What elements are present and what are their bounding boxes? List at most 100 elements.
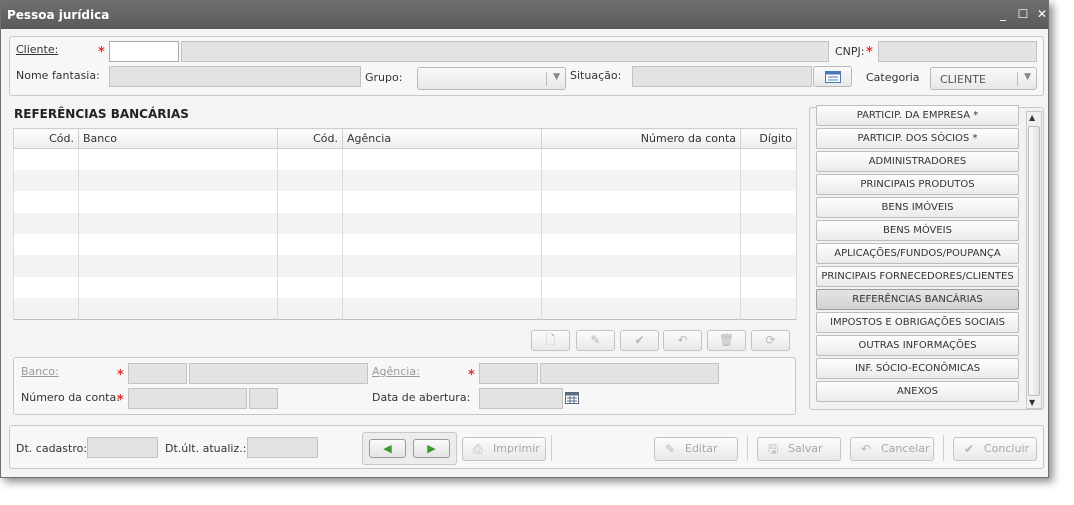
refresh-record-button[interactable]: ⟳ <box>751 330 790 351</box>
agencia-name-field <box>540 363 719 384</box>
pencil-icon: ✎ <box>590 333 601 347</box>
trash-icon: 🗑 <box>718 333 735 347</box>
col-header-cod-banco[interactable]: Cód. <box>13 128 79 149</box>
window-title: Pessoa jurídica <box>7 8 110 22</box>
table-row[interactable] <box>13 212 797 234</box>
check-icon: ✔ <box>634 333 645 347</box>
table-row[interactable] <box>13 255 797 277</box>
situacao-lookup-button[interactable] <box>813 66 852 87</box>
col-header-banco[interactable]: Banco <box>78 128 278 149</box>
section-title: REFERÊNCIAS BANCÁRIAS <box>14 107 189 121</box>
side-menu-item[interactable]: REFERÊNCIAS BANCÁRIAS <box>816 289 1019 310</box>
refresh-icon: ⟳ <box>765 333 776 347</box>
previous-record-button[interactable]: ◀ <box>369 439 406 458</box>
cliente-required: * <box>98 45 105 60</box>
concluir-label: Concluir <box>984 442 1030 455</box>
calendar-icon <box>825 71 841 83</box>
numero-conta-field <box>128 388 247 409</box>
table-row[interactable] <box>13 276 797 299</box>
cnpj-label: CNPJ: <box>835 45 865 58</box>
edit-record-button[interactable]: ✎ <box>576 330 615 351</box>
side-menu-item[interactable]: ADMINISTRADORES <box>816 151 1019 172</box>
chevron-down-icon: ▼ <box>553 72 560 82</box>
table-row[interactable] <box>13 191 797 213</box>
side-menu-item[interactable]: INF. SÓCIO-ECONÔMICAS <box>816 358 1019 379</box>
grupo-select[interactable]: ▼ <box>417 67 566 90</box>
cancelar-label: Cancelar <box>881 442 930 455</box>
undo-icon: ↶ <box>861 442 872 456</box>
side-menu-scrollbar[interactable]: ▲ ▼ <box>1026 111 1042 409</box>
cliente-name-field <box>181 41 829 62</box>
col-header-digito[interactable]: Dígito <box>740 128 797 149</box>
new-document-icon: 🗋 <box>545 333 556 347</box>
table-row[interactable] <box>13 169 797 192</box>
minimize-button[interactable]: _ <box>996 7 1010 21</box>
scroll-thumb[interactable] <box>1028 126 1040 396</box>
scroll-up-icon[interactable]: ▲ <box>1029 113 1035 122</box>
divider <box>747 435 748 461</box>
banco-required: * <box>117 368 124 383</box>
arrow-left-icon: ◀ <box>383 442 392 455</box>
confirm-record-button[interactable]: ✔ <box>620 330 659 351</box>
nome-fantasia-field <box>109 66 361 87</box>
numero-conta-required: * <box>117 393 124 408</box>
undo-record-button[interactable]: ↶ <box>663 330 702 351</box>
situacao-label: Situação: <box>570 69 622 82</box>
agencia-label: Agência: <box>372 365 420 378</box>
new-record-button[interactable]: 🗋 <box>531 330 570 351</box>
side-menu-item[interactable]: PRINCIPAIS FORNECEDORES/CLIENTES <box>816 266 1019 287</box>
bank-references-table: Cód. Banco Cód. Agência Número da conta … <box>13 128 797 320</box>
agencia-code-field <box>479 363 538 384</box>
side-menu-item[interactable]: BENS IMÓVEIS <box>816 197 1019 218</box>
digito-field <box>249 388 278 409</box>
categoria-select[interactable]: CLIENTE ▼ <box>930 67 1037 90</box>
cliente-code-input[interactable] <box>109 41 179 62</box>
disk-icon: 🖫 <box>768 442 779 456</box>
side-menu-item[interactable]: PARTICIP. DA EMPRESA * <box>816 105 1019 126</box>
cnpj-required: * <box>866 45 873 60</box>
salvar-label: Salvar <box>788 442 823 455</box>
table-row[interactable] <box>13 148 797 170</box>
side-menu-item[interactable]: OUTRAS INFORMAÇÕES <box>816 335 1019 356</box>
numero-conta-label: Número da conta: <box>21 391 120 404</box>
col-header-agencia[interactable]: Agência <box>342 128 542 149</box>
undo-icon: ↶ <box>677 333 688 347</box>
table-row[interactable] <box>13 298 797 320</box>
next-record-button[interactable]: ▶ <box>413 439 450 458</box>
banco-name-field <box>189 363 368 384</box>
categoria-value: CLIENTE <box>940 73 986 86</box>
salvar-button[interactable]: 🖫 Salvar <box>757 437 841 461</box>
maximize-button[interactable]: ☐ <box>1016 7 1030 21</box>
cnpj-field <box>878 41 1037 62</box>
side-menu-item[interactable]: BENS MÓVEIS <box>816 220 1019 241</box>
arrow-right-icon: ▶ <box>427 442 436 455</box>
table-header-row: Cód. Banco Cód. Agência Número da conta … <box>13 128 797 149</box>
col-header-numero-conta[interactable]: Número da conta <box>541 128 741 149</box>
close-button[interactable]: ✕ <box>1035 7 1049 21</box>
delete-record-button[interactable]: 🗑 <box>707 330 746 351</box>
side-menu-item[interactable]: PRINCIPAIS PRODUTOS <box>816 174 1019 195</box>
calendar-icon[interactable] <box>565 392 579 404</box>
side-menu-item[interactable]: IMPOSTOS E OBRIGAÇÕES SOCIAIS <box>816 312 1019 333</box>
pessoa-juridica-window: Pessoa jurídica _ ☐ ✕ Cliente: * CNPJ: *… <box>0 0 1049 478</box>
agencia-required: * <box>468 368 475 383</box>
pencil-icon: ✎ <box>665 442 676 456</box>
side-menu-item[interactable]: APLICAÇÕES/FUNDOS/POUPANÇA <box>816 243 1019 264</box>
side-menu-item[interactable]: ANEXOS <box>816 381 1019 402</box>
chevron-down-icon: ▼ <box>1024 72 1031 82</box>
cancelar-button[interactable]: ↶ Cancelar <box>850 437 934 461</box>
dt-ult-atualiz-label: Dt.últ. atualiz.: <box>165 442 247 455</box>
printer-icon: ⎙ <box>473 442 483 456</box>
banco-code-field <box>128 363 187 384</box>
imprimir-button[interactable]: ⎙ Imprimir <box>462 437 546 461</box>
editar-button[interactable]: ✎ Editar <box>654 437 738 461</box>
cliente-label: Cliente: <box>16 43 59 56</box>
scroll-down-icon[interactable]: ▼ <box>1029 398 1035 407</box>
data-abertura-label: Data de abertura: <box>372 391 471 404</box>
table-row[interactable] <box>13 234 797 256</box>
dt-cadastro-label: Dt. cadastro: <box>16 442 88 455</box>
side-menu-item[interactable]: PARTICIP. DOS SÓCIOS * <box>816 128 1019 149</box>
concluir-button[interactable]: ✔ Concluir <box>953 437 1037 461</box>
col-header-cod-agencia[interactable]: Cód. <box>277 128 343 149</box>
title-bar: Pessoa jurídica _ ☐ ✕ <box>1 1 1048 29</box>
